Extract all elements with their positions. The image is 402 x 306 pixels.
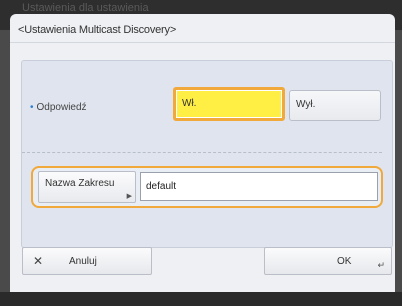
- scope-name-field[interactable]: default: [140, 172, 378, 201]
- arrow-right-icon: ▶: [126, 193, 132, 200]
- response-off-button[interactable]: Wył.: [289, 90, 381, 121]
- ok-button[interactable]: OK ↵: [264, 247, 392, 275]
- scope-name-button[interactable]: Nazwa Zakresu ▶: [38, 171, 136, 203]
- dialog-footer: ✕ Anuluj OK ↵: [22, 247, 394, 277]
- close-icon: ✕: [33, 254, 44, 268]
- scope-name-group: Nazwa Zakresu ▶ default: [31, 166, 383, 208]
- return-icon: ↵: [377, 260, 385, 270]
- response-off-label: Wył.: [296, 99, 316, 110]
- cancel-button[interactable]: ✕ Anuluj: [22, 247, 152, 275]
- screen: Ustawienia dla ustawienia <Ustawienia Mu…: [0, 0, 402, 306]
- ok-label: OK: [337, 256, 352, 267]
- cancel-label: Anuluj: [69, 256, 97, 267]
- section-divider: [22, 152, 382, 153]
- response-label-text: Odpowiedź: [36, 102, 87, 113]
- dialog-title: <Ustawienia Multicast Discovery>: [18, 24, 177, 36]
- bullet-icon: •: [30, 102, 34, 113]
- background-header-text: Ustawienia dla ustawienia: [22, 2, 149, 14]
- response-label: • Odpowiedź: [30, 102, 87, 113]
- scope-name-label: Nazwa Zakresu: [45, 178, 115, 189]
- bottom-bar: [0, 292, 402, 306]
- title-divider: [10, 42, 395, 43]
- scope-name-value: default: [146, 181, 177, 192]
- response-on-button[interactable]: Wł.: [173, 87, 285, 121]
- response-on-label: Wł.: [182, 98, 197, 109]
